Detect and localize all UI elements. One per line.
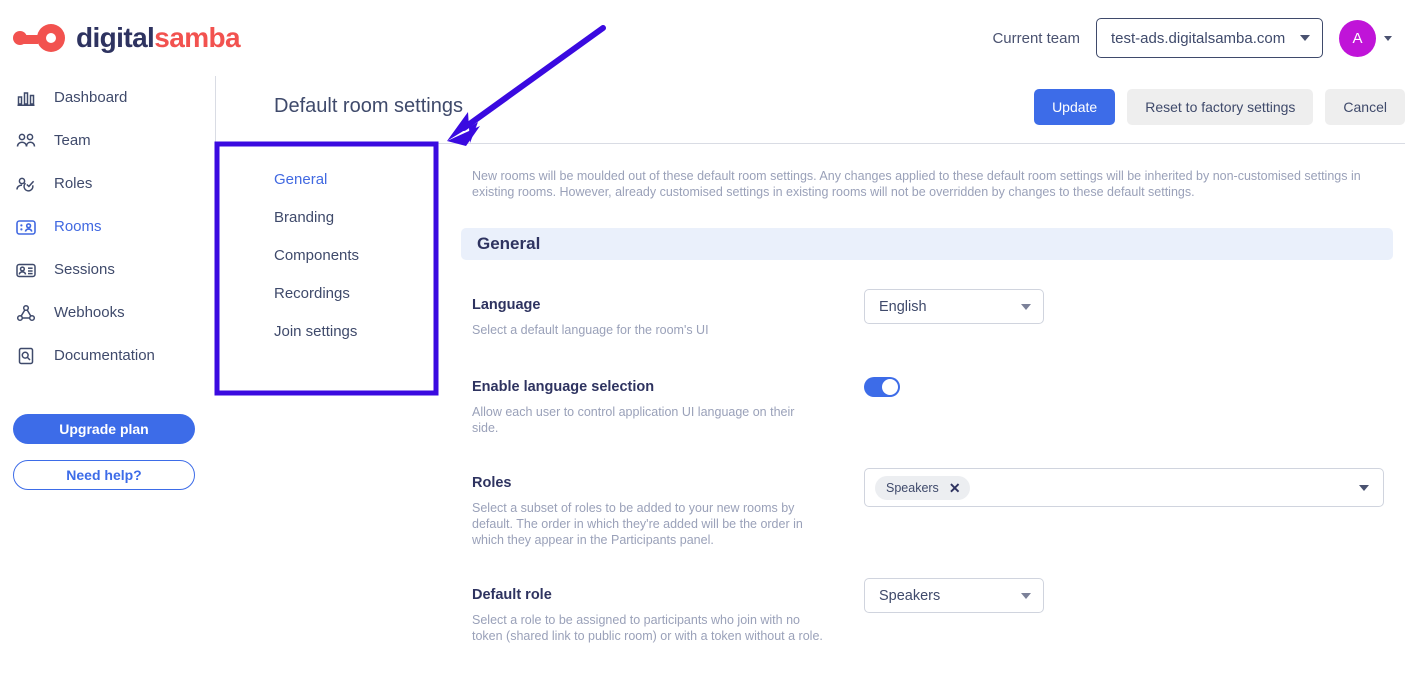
settings-tab-list: General Branding Components Recordings J… <box>274 171 359 340</box>
default-role-select[interactable]: Speakers <box>864 578 1044 613</box>
top-bar: digitalsamba Current team test-ads.digit… <box>0 0 1405 76</box>
field-label: Default role <box>472 587 832 603</box>
sidebar-item-label: Documentation <box>54 347 155 364</box>
chevron-down-icon <box>1300 35 1310 41</box>
sidebar-item-label: Dashboard <box>54 89 127 106</box>
field-label: Enable language selection <box>472 379 822 395</box>
bar-chart-icon <box>14 86 38 110</box>
header-divider <box>215 143 1405 144</box>
field-label: Language <box>472 297 812 313</box>
digitalsamba-logo-icon <box>13 22 65 54</box>
content-area: Default room settings Update Reset to fa… <box>215 76 1405 678</box>
team-select-value: test-ads.digitalsamba.com <box>1111 30 1285 47</box>
update-button[interactable]: Update <box>1034 89 1115 125</box>
tab-join-settings[interactable]: Join settings <box>274 323 359 340</box>
document-search-icon <box>14 344 38 368</box>
roles-multiselect[interactable]: Speakers ✕ <box>864 468 1384 507</box>
role-chip-label: Speakers <box>886 481 939 495</box>
team-switcher-area: Current team test-ads.digitalsamba.com A <box>992 18 1392 58</box>
page-title: Default room settings <box>274 95 463 118</box>
sidebar-actions: Upgrade plan Need help? <box>13 414 195 490</box>
sidebar-item-label: Roles <box>54 175 92 192</box>
chevron-down-icon <box>1359 485 1369 491</box>
language-select[interactable]: English <box>864 289 1044 324</box>
sidebar-item-sessions[interactable]: Sessions <box>0 248 215 291</box>
default-role-select-value: Speakers <box>879 588 940 604</box>
field-default-role: Default role Select a role to be assigne… <box>472 587 832 644</box>
field-help: Select a role to be assigned to particip… <box>472 612 832 644</box>
account-menu[interactable]: A <box>1339 20 1392 57</box>
field-language: Language Select a default language for t… <box>472 297 812 338</box>
close-icon[interactable]: ✕ <box>949 481 961 495</box>
sidebar-item-webhooks[interactable]: Webhooks <box>0 291 215 334</box>
reset-to-factory-settings-button[interactable]: Reset to factory settings <box>1127 89 1313 125</box>
field-help: Select a default language for the room's… <box>472 322 812 338</box>
sidebar-item-label: Sessions <box>54 261 115 278</box>
field-help: Allow each user to control application U… <box>472 404 822 436</box>
sidebar-item-roles[interactable]: Roles <box>0 162 215 205</box>
tab-components[interactable]: Components <box>274 247 359 264</box>
language-select-value: English <box>879 299 927 315</box>
field-label: Roles <box>472 475 832 491</box>
page-description: New rooms will be moulded out of these d… <box>472 168 1372 200</box>
field-enable-language-selection: Enable language selection Allow each use… <box>472 379 822 436</box>
tab-recordings[interactable]: Recordings <box>274 285 359 302</box>
chevron-down-icon <box>1384 36 1392 41</box>
cancel-button[interactable]: Cancel <box>1325 89 1405 125</box>
tab-branding[interactable]: Branding <box>274 209 359 226</box>
field-roles: Roles Select a subset of roles to be add… <box>472 475 832 548</box>
sidebar-item-rooms[interactable]: Rooms <box>0 205 215 248</box>
sidebar: Dashboard Team Roles <box>0 76 215 678</box>
avatar: A <box>1339 20 1376 57</box>
brand-logo-text-secondary: samba <box>154 22 240 53</box>
id-badge-icon <box>14 215 38 239</box>
upgrade-plan-button[interactable]: Upgrade plan <box>13 414 195 444</box>
sidebar-item-label: Team <box>54 132 91 149</box>
chevron-down-icon <box>1021 304 1031 310</box>
role-chip-speakers[interactable]: Speakers ✕ <box>875 476 970 500</box>
people-icon <box>14 129 38 153</box>
sidebar-item-label: Rooms <box>54 218 102 235</box>
team-select[interactable]: test-ads.digitalsamba.com <box>1096 18 1323 58</box>
need-help-button[interactable]: Need help? <box>13 460 195 490</box>
enable-language-selection-toggle[interactable] <box>864 377 900 397</box>
tab-general[interactable]: General <box>274 171 359 188</box>
person-card-icon <box>14 258 38 282</box>
brand-logo-text-primary: digital <box>76 22 154 53</box>
sidebar-item-label: Webhooks <box>54 304 125 321</box>
brand-logo[interactable]: digitalsamba <box>13 22 240 54</box>
page-actions: Update Reset to factory settings Cancel <box>1034 89 1405 125</box>
webhook-icon <box>14 301 38 325</box>
section-header-general: General <box>461 228 1393 260</box>
current-team-label: Current team <box>992 30 1080 47</box>
chevron-down-icon <box>1021 593 1031 599</box>
sidebar-item-dashboard[interactable]: Dashboard <box>0 76 215 119</box>
sidebar-item-documentation[interactable]: Documentation <box>0 334 215 377</box>
person-check-icon <box>14 172 38 196</box>
sidebar-item-team[interactable]: Team <box>0 119 215 162</box>
field-help: Select a subset of roles to be added to … <box>472 500 832 548</box>
brand-logo-text: digitalsamba <box>76 22 240 54</box>
